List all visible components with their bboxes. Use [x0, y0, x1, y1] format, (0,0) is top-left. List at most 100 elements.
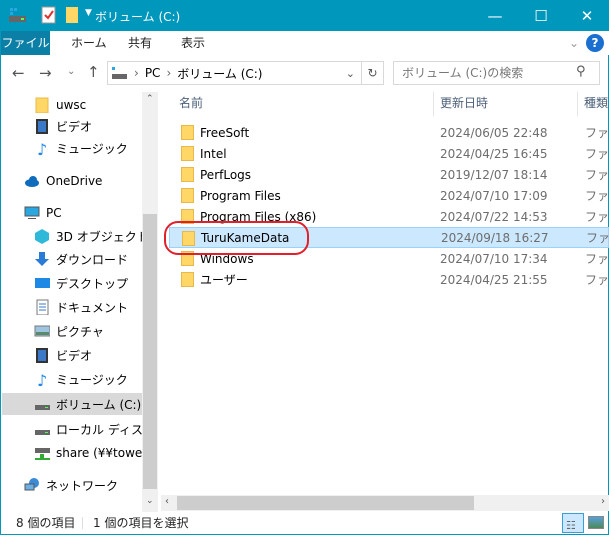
nav-item[interactable]: ドキュメント [2, 296, 142, 318]
file-name: FreeSoft [200, 125, 250, 140]
folder-icon [181, 272, 194, 287]
quick-access-dropdown-icon[interactable]: ▼ [85, 8, 92, 18]
svg-text:♪: ♪ [37, 371, 47, 387]
nav-item[interactable]: uwsc [2, 94, 142, 116]
nav-item[interactable]: ボリューム (C:) [2, 393, 142, 415]
picture-icon [34, 325, 50, 337]
network-drive-icon [35, 448, 50, 460]
file-list: ^ 名前 更新日時 種類 FreeSoft 2024/06/05 22:48 ファイ… [161, 92, 609, 495]
status-bar: 8 個の項目 1 個の項目を選択 ☷ [2, 512, 609, 534]
column-header-type[interactable]: 種類 [584, 92, 608, 116]
network-icon [24, 478, 39, 491]
tab-home[interactable]: ホーム [71, 31, 107, 55]
folder-icon [181, 125, 194, 140]
window-title: ボリューム (C:) [95, 10, 181, 24]
scrollbar-thumb[interactable] [177, 496, 474, 510]
details-view-button[interactable]: ☷ [562, 513, 584, 533]
folder-icon [181, 188, 194, 203]
drive-icon [35, 430, 50, 435]
back-button[interactable]: ← [12, 64, 25, 82]
nav-item-label: share (¥¥tower) (Z:) [56, 446, 142, 460]
properties-icon[interactable] [41, 6, 57, 24]
pc-icon [24, 206, 40, 219]
nav-item[interactable]: PC [2, 202, 142, 224]
refresh-button[interactable]: ↻ [361, 62, 383, 84]
maximize-button[interactable]: ☐ [518, 0, 564, 31]
large-icons-view-button[interactable] [588, 516, 604, 529]
nav-item[interactable]: デスクトップ [2, 272, 142, 294]
nav-item[interactable]: ビデオ [2, 344, 142, 366]
svg-text:♪: ♪ [37, 140, 47, 156]
search-input[interactable]: ボリューム (C:)の検索 [393, 61, 600, 85]
tab-share[interactable]: 共有 [128, 31, 152, 55]
nav-item[interactable]: share (¥¥tower) (Z:) [2, 442, 142, 464]
nav-item-label: ボリューム (C:) [56, 397, 142, 412]
up-button[interactable]: ↑ [87, 63, 100, 81]
nav-item-label: ミュージック [56, 372, 128, 387]
address-bar[interactable]: › PC › ボリューム (C:) ⌄ ↻ [107, 61, 384, 85]
nav-item[interactable]: 3D オブジェクト [2, 225, 142, 247]
file-date: 2024/04/25 21:55 [440, 272, 548, 287]
nav-item-label: ダウンロード [56, 252, 129, 267]
horizontal-scrollbar[interactable]: ‹ › [161, 495, 609, 511]
close-button[interactable]: ✕ [564, 0, 609, 31]
recent-locations-icon[interactable]: ⌄ [67, 66, 75, 77]
folder-icon [35, 97, 49, 113]
forward-button[interactable]: → [39, 64, 52, 82]
music-icon: ♪ [37, 371, 47, 387]
nav-item[interactable]: ピクチャ [2, 320, 142, 342]
drive-icon [9, 8, 26, 22]
file-row[interactable]: Intel 2024/04/25 16:45 ファイル フォルダー [169, 143, 609, 164]
breadcrumb-pc[interactable]: PC [145, 66, 161, 80]
new-folder-icon[interactable] [65, 6, 79, 24]
file-row[interactable]: PerfLogs 2019/12/07 18:14 ファイル フォルダー [169, 164, 609, 185]
nav-item[interactable]: OneDrive [2, 170, 142, 192]
scrollbar-thumb[interactable] [143, 214, 157, 489]
breadcrumb-volume[interactable]: ボリューム (C:) [177, 65, 262, 82]
file-date: 2024/07/10 17:09 [440, 188, 548, 203]
tab-view[interactable]: 表示 [181, 31, 205, 55]
folder-icon [181, 167, 194, 182]
file-type: ファイル フォルダー [585, 252, 609, 266]
ribbon-tabs: ファイル ホーム 共有 表示 ⌄ ? [1, 31, 609, 55]
file-date: 2019/12/07 18:14 [440, 167, 548, 182]
red-highlight-circle [164, 221, 309, 255]
title-bar: ▼ ボリューム (C:) — ☐ ✕ [1, 0, 609, 31]
column-header-date[interactable]: 更新日時 [440, 92, 488, 116]
nav-item-label: PC [46, 206, 62, 220]
file-date: 2024/06/05 22:48 [440, 125, 548, 140]
minimize-button[interactable]: — [472, 0, 518, 31]
nav-item-label: uwsc [56, 98, 87, 112]
nav-item-label: デスクトップ [56, 276, 129, 291]
nav-item[interactable]: ネットワーク [2, 474, 142, 496]
folder-icon [181, 146, 194, 161]
nav-item[interactable]: ダウンロード [2, 248, 142, 270]
file-type: ファイル フォルダー [585, 168, 609, 182]
nav-item[interactable]: ♪ ミュージック [2, 368, 142, 390]
file-name: PerfLogs [200, 167, 252, 182]
file-row[interactable]: Program Files 2024/07/10 17:09 ファイル フォルダー [169, 185, 609, 206]
nav-vertical-scrollbar[interactable]: ⌃ ⌄ [142, 92, 158, 512]
file-name: Program Files [200, 188, 281, 203]
file-date: 2024/09/18 16:27 [441, 230, 549, 245]
file-row[interactable]: ユーザー 2024/04/25 21:55 ファイル フォルダー [169, 269, 609, 290]
nav-item-label: ミュージック [56, 141, 128, 156]
tab-file[interactable]: ファイル [1, 31, 50, 55]
nav-item[interactable]: ローカル ディスク (D:) [2, 418, 142, 440]
item-count: 8 個の項目 [16, 516, 76, 530]
file-name: ユーザー [200, 273, 248, 287]
file-row[interactable]: FreeSoft 2024/06/05 22:48 ファイル フォルダー [169, 122, 609, 143]
file-date: 2024/04/25 16:45 [440, 146, 548, 161]
nav-item[interactable]: ビデオ [2, 115, 142, 137]
column-header-name[interactable]: 名前 [179, 92, 203, 116]
drive-icon [35, 405, 50, 410]
file-type: ファイル フォルダー [585, 273, 609, 287]
address-dropdown-icon[interactable]: ⌄ [346, 67, 355, 80]
drive-icon [112, 67, 127, 79]
explorer-window: ▼ ボリューム (C:) — ☐ ✕ ファイル ホーム 共有 表示 ⌄ ? ← … [0, 0, 609, 535]
nav-item[interactable]: ♪ ミュージック [2, 137, 142, 159]
expand-ribbon-icon[interactable]: ⌄ [569, 31, 579, 55]
video-icon [36, 119, 48, 134]
help-button[interactable]: ? [586, 34, 604, 52]
nav-item-label: ローカル ディスク (D:) [56, 422, 142, 437]
